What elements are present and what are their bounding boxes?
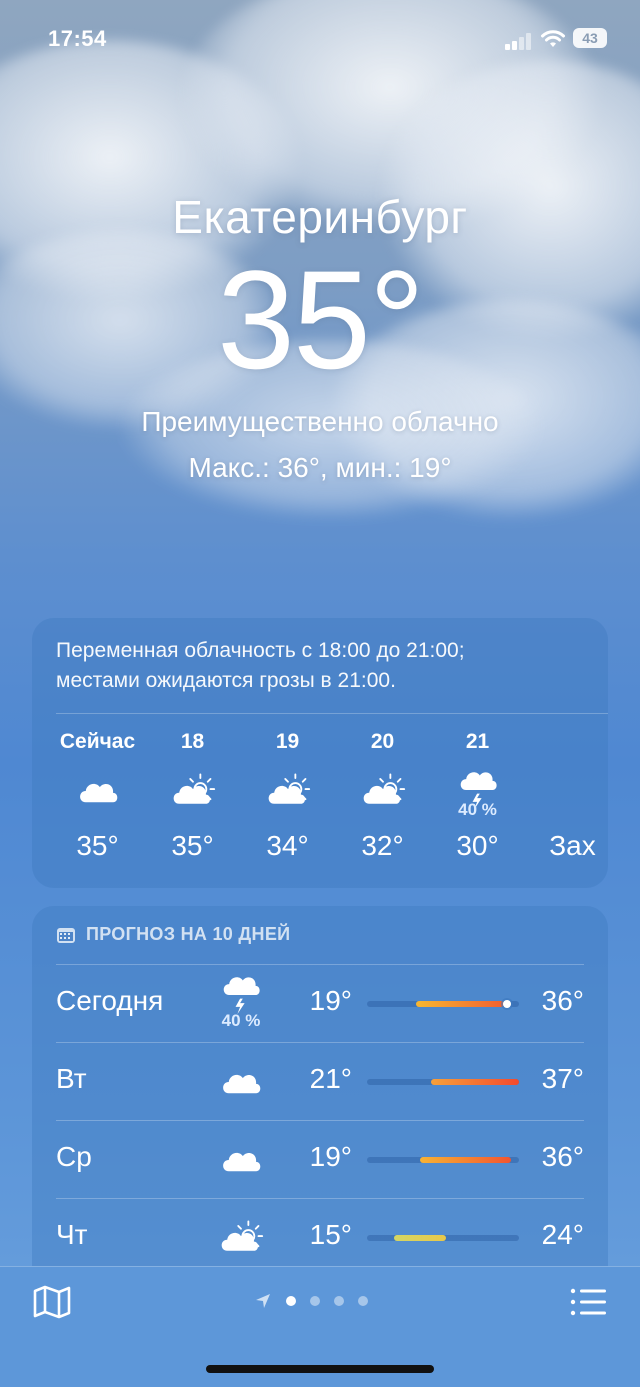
- cellular-signal-icon: [505, 32, 533, 50]
- hour-temp: 35°: [171, 830, 214, 861]
- thunderstorm-icon: 40 %: [215, 973, 267, 1033]
- page-dot[interactable]: [286, 1296, 296, 1306]
- wifi-icon: [541, 30, 565, 47]
- temperature-range-bar: [367, 1157, 519, 1163]
- low-temp: 21°: [309, 1063, 352, 1094]
- home-indicator: [206, 1365, 434, 1373]
- daily-row[interactable]: Вт 21° 37°: [32, 1043, 608, 1121]
- hourly-item: 21 40 % 30°: [430, 730, 525, 861]
- hourly-item: 18 35°: [145, 730, 240, 861]
- hourly-forecast-card[interactable]: Переменная облачность с 18:00 до 21:00; …: [32, 618, 608, 888]
- daily-row[interactable]: Сегодня 40 % 19° 36°: [32, 965, 608, 1043]
- hour-temp: 32°: [361, 830, 404, 861]
- hour-temp: Зах: [549, 830, 596, 861]
- low-temp: 19°: [309, 985, 352, 1016]
- hour-temp: 34°: [266, 830, 309, 861]
- precip-chance: [525, 800, 608, 820]
- day-name: Ср: [56, 1141, 92, 1172]
- daily-row[interactable]: Ср 19° 36°: [32, 1121, 608, 1199]
- hour-temp: 35°: [76, 830, 119, 861]
- high-low: Макс.: 36°, мин.: 19°: [188, 452, 452, 483]
- high-temp: 37°: [541, 1063, 584, 1094]
- hour-label: [525, 730, 608, 760]
- temperature-range-fill: [415, 1001, 504, 1007]
- divider: [56, 713, 608, 714]
- page-indicator[interactable]: [254, 1291, 368, 1311]
- low-temp: 19°: [309, 1141, 352, 1172]
- cloud-icon: [215, 1051, 267, 1111]
- temperature-range-bar: [367, 1079, 519, 1085]
- temperature-range-bar: [367, 1235, 519, 1241]
- current-condition: Преимущественно облачно: [141, 406, 499, 437]
- location-arrow-icon: [256, 1294, 270, 1308]
- hour-label: 21: [465, 730, 490, 753]
- hour-label: 19: [275, 730, 300, 753]
- forecast-summary: Переменная облачность с 18:00 до 21:00; …: [56, 639, 465, 692]
- current-temp-marker: [502, 1000, 511, 1008]
- day-name: Сегодня: [56, 985, 164, 1016]
- temperature-range-fill: [394, 1235, 447, 1241]
- tab-bar: [0, 1266, 640, 1387]
- page-dot[interactable]: [310, 1296, 320, 1306]
- cloud-icon: [215, 1129, 267, 1189]
- partly-sunny-icon: [215, 1207, 267, 1267]
- page-dot[interactable]: [358, 1296, 368, 1306]
- hour-label: Сейчас: [59, 730, 136, 753]
- day-name: Вт: [56, 1063, 87, 1094]
- day-name: Чт: [56, 1219, 88, 1250]
- city-name: Екатеринбург: [172, 191, 468, 243]
- battery-indicator: 43: [573, 28, 607, 48]
- page-dot[interactable]: [334, 1296, 344, 1306]
- hour-label: 20: [370, 730, 395, 753]
- status-time: 17:54: [48, 26, 107, 51]
- hourly-item: Зах: [525, 730, 608, 861]
- city-list-icon[interactable]: [570, 1285, 608, 1319]
- hourly-item: 19 34°: [240, 730, 335, 861]
- hourly-item: Сейчас 35°: [50, 730, 145, 861]
- hour-temp: 30°: [456, 830, 499, 861]
- status-bar: 17:54 43: [0, 26, 640, 56]
- hourly-item: 20 32°: [335, 730, 430, 861]
- current-temperature: 35°: [217, 241, 425, 398]
- daily-forecast-header: ПРОГНОЗ НА 10 ДНЕЙ: [56, 924, 290, 945]
- precip-chance: 40 %: [458, 800, 497, 819]
- temperature-range-bar: [367, 1000, 519, 1008]
- high-temp: 36°: [541, 985, 584, 1016]
- high-temp: 24°: [541, 1219, 584, 1250]
- low-temp: 15°: [309, 1219, 352, 1250]
- hourly-scroll[interactable]: Сейчас 35° 18 35° 19 34° 20 32° 21 40 % 30° Зах: [32, 730, 608, 880]
- hour-label: 18: [180, 730, 205, 753]
- calendar-icon: [57, 927, 75, 943]
- high-temp: 36°: [541, 1141, 584, 1172]
- precip-chance: 40 %: [221, 1011, 261, 1030]
- temperature-range-fill: [430, 1079, 519, 1085]
- daily-forecast-card[interactable]: ПРОГНОЗ НА 10 ДНЕЙ Сегодня 40 % 19° 36° Вт 21…: [32, 906, 608, 1286]
- temperature-range-fill: [420, 1157, 512, 1163]
- map-icon[interactable]: [32, 1285, 72, 1319]
